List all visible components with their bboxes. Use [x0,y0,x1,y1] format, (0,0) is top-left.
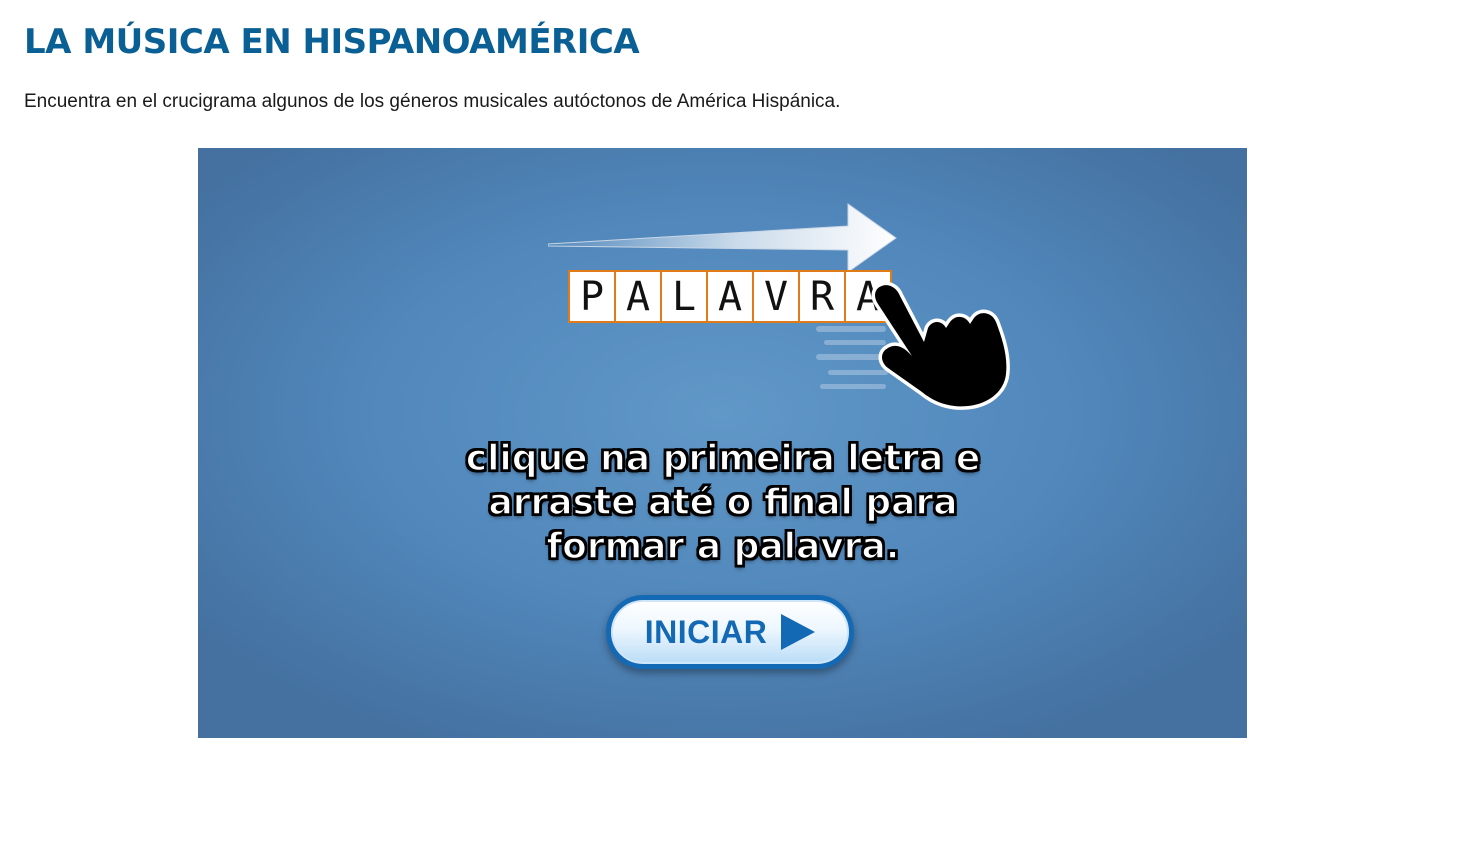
start-button-label: INICIAR [644,613,768,650]
start-button[interactable]: INICIAR [606,595,854,669]
letter-cell: V [754,272,800,321]
instruction-line: clique na primeira letra e [465,437,981,480]
intro-text: Encuentra en el crucigrama algunos de lo… [24,91,841,112]
letter-cell: L [662,272,708,321]
play-icon [781,614,816,650]
instruction-line: formar a palavra. [546,525,900,568]
page-title: LA MÚSICA EN HISPANOAMÉRICA [24,22,640,62]
instruction-line: arraste até o final para [488,481,958,524]
pointing-hand-icon [816,281,1010,410]
letter-cell: A [708,272,754,321]
instruction-text: clique na primeira letra e arraste até o… [398,437,1048,569]
letter-cell: A [616,272,662,321]
word-search-game[interactable]: P A L A V R A clique na primeira letra e… [198,148,1247,738]
letter-cell: P [570,272,616,321]
swipe-arrow-icon [548,203,897,273]
